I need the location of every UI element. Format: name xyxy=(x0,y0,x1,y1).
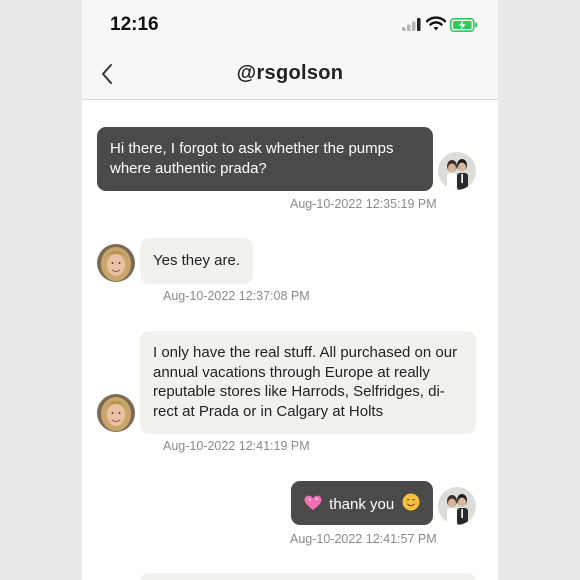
message-bubble-outgoing[interactable]: Hi there, I forgot to ask whether the pu… xyxy=(97,127,433,191)
status-time: 12:16 xyxy=(110,14,159,35)
chat-title: @rsgolson xyxy=(236,62,344,84)
message-text: thank you xyxy=(329,496,395,513)
heart-emoji-icon xyxy=(304,495,322,510)
cellular-signal-icon xyxy=(402,18,421,31)
chat-header: @rsgolson xyxy=(82,50,498,100)
status-bar: 12:16 xyxy=(82,0,498,50)
message-timestamp: Aug-10-2022 12:41:57 PM xyxy=(290,532,437,546)
message-text: I only have the real stuff. All purchase… xyxy=(153,344,458,420)
smile-emoji-icon xyxy=(402,493,420,511)
message-text: Yes they are. xyxy=(153,252,241,269)
message-timestamp: Aug-10-2022 12:37:08 PM xyxy=(163,289,310,303)
chat-screen: 12:16 @rsgolson Hi there, I forgot to as… xyxy=(82,0,498,580)
seller-avatar[interactable] xyxy=(97,394,135,432)
user-avatar[interactable] xyxy=(438,152,476,190)
message-bubble-incoming-partial[interactable] xyxy=(140,573,476,580)
message-bubble-incoming[interactable]: I only have the real stuff. All purchase… xyxy=(140,331,476,434)
seller-avatar[interactable] xyxy=(97,244,135,282)
message-bubble-outgoing[interactable]: thank you xyxy=(291,481,433,525)
message-timestamp: Aug-10-2022 12:35:19 PM xyxy=(290,197,437,211)
message-timestamp: Aug-10-2022 12:41:19 PM xyxy=(163,439,310,453)
wifi-icon xyxy=(426,16,446,31)
user-avatar[interactable] xyxy=(438,487,476,525)
battery-charging-icon xyxy=(450,18,477,32)
message-bubble-incoming[interactable]: Yes they are. xyxy=(140,238,253,284)
message-text: Hi there, I forgot to ask whether the pu… xyxy=(110,140,394,177)
